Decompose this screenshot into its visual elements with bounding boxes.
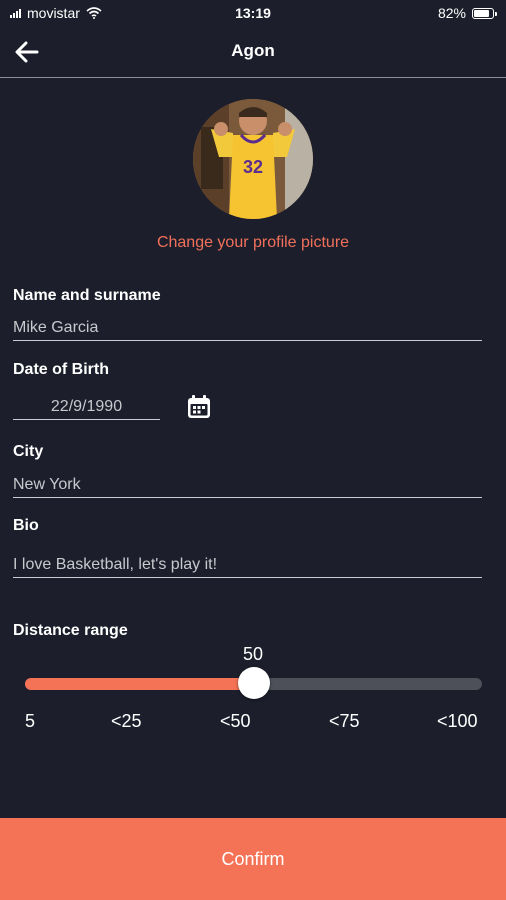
dob-field[interactable] [13, 394, 160, 420]
city-field[interactable] [13, 472, 482, 498]
battery-info: 82% [437, 5, 497, 21]
profile-avatar[interactable]: 32 [193, 99, 313, 219]
distance-tick: 5 [25, 711, 36, 731]
status-bar: movistar 13:19 82% [0, 0, 506, 26]
top-bar: Agon [0, 26, 506, 78]
distance-slider-fill [25, 678, 254, 690]
change-profile-picture-link[interactable]: Change your profile picture [0, 234, 506, 252]
bio-field[interactable] [13, 552, 482, 578]
avatar-photo: 32 [193, 99, 313, 219]
distance-slider-thumb[interactable] [237, 667, 270, 699]
distance-tick: <100 [437, 711, 478, 731]
distance-tick: <25 [111, 711, 142, 731]
distance-tick: <50 [220, 711, 251, 731]
battery-icon [472, 7, 497, 19]
distance-value: 50 [242, 644, 264, 664]
calendar-button[interactable] [186, 394, 212, 420]
distance-tick: <75 [329, 711, 360, 731]
battery-fill [474, 9, 489, 17]
dob-label: Date of Birth [13, 361, 109, 378]
distance-label: Distance range [13, 622, 128, 639]
page-title: Agon [231, 41, 275, 60]
bio-label: Bio [13, 517, 39, 534]
name-label: Name and surname [13, 287, 161, 304]
svg-text:32: 32 [243, 157, 263, 177]
status-time: 13:19 [235, 5, 271, 21]
calendar-icon [188, 395, 210, 418]
name-field[interactable] [13, 315, 482, 341]
city-label: City [13, 443, 44, 460]
confirm-button[interactable]: Confirm [0, 818, 506, 900]
battery-percent: 82% [437, 5, 466, 21]
